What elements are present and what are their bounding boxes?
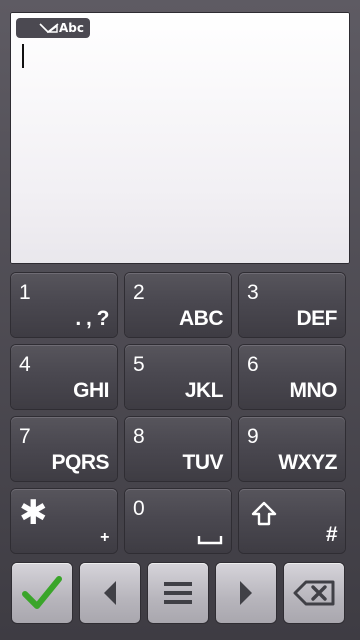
- key-4[interactable]: 4 GHI: [11, 345, 117, 409]
- menu-icon: [164, 582, 192, 604]
- key-0[interactable]: 0 ⎵: [125, 489, 231, 553]
- cursor-left-button[interactable]: [80, 563, 140, 623]
- text-cursor: [22, 44, 24, 68]
- key-6[interactable]: 6 MNO: [239, 345, 345, 409]
- keypad: 1 . , ? 2 ABC 3 DEF 4 GHI 5 JKL 6 MNO 7 …: [0, 270, 360, 560]
- key-number: 7: [19, 425, 31, 448]
- key-9[interactable]: 9 WXYZ: [239, 417, 345, 481]
- key-letters: PQRS: [51, 451, 109, 474]
- backspace-icon: [293, 580, 335, 606]
- key-number: 8: [133, 425, 145, 448]
- input-mode-indicator: Abc: [16, 18, 90, 38]
- checkmark-icon: [22, 576, 62, 609]
- plus-icon: +: [100, 529, 109, 546]
- key-1[interactable]: 1 . , ?: [11, 273, 117, 337]
- confirm-button[interactable]: [12, 563, 72, 623]
- menu-button[interactable]: [148, 563, 208, 623]
- arrow-left-icon: [104, 581, 116, 605]
- key-number: 2: [133, 281, 145, 304]
- space-icon: [197, 536, 223, 545]
- key-number: 4: [19, 353, 31, 376]
- key-letters: DEF: [296, 307, 338, 330]
- key-5[interactable]: 5 JKL: [125, 345, 231, 409]
- key-letters: WXYZ: [278, 451, 337, 474]
- cursor-right-button[interactable]: [216, 563, 276, 623]
- key-shift[interactable]: ⇧ #: [239, 489, 345, 553]
- predictive-text-icon: [39, 23, 59, 34]
- input-mode-label: Abc: [59, 21, 84, 35]
- key-number: 3: [247, 281, 259, 304]
- key-3[interactable]: 3 DEF: [239, 273, 345, 337]
- key-number: 0: [133, 497, 145, 520]
- shift-icon: [251, 501, 277, 526]
- text-input-area[interactable]: Abc: [10, 12, 350, 264]
- key-number: 9: [247, 425, 259, 448]
- key-letters: . , ?: [75, 307, 109, 330]
- key-star[interactable]: ✱ +: [11, 489, 117, 553]
- bottom-toolbar: [0, 560, 360, 640]
- key-7[interactable]: 7 PQRS: [11, 417, 117, 481]
- backspace-button[interactable]: [284, 563, 344, 623]
- key-8[interactable]: 8 TUV: [125, 417, 231, 481]
- arrow-right-icon: [240, 581, 252, 605]
- key-number: 6: [247, 353, 259, 376]
- key-number: 1: [19, 281, 31, 304]
- asterisk-icon: ✱: [19, 494, 48, 532]
- key-2[interactable]: 2 ABC: [125, 273, 231, 337]
- key-letters: TUV: [182, 451, 224, 474]
- key-letters: JKL: [184, 379, 224, 402]
- phone-screen: Abc 1 . , ? 2 ABC 3 DEF 4 GHI 5 JKL 6 MN…: [0, 0, 360, 640]
- key-letters: GHI: [73, 379, 109, 402]
- key-letters: ABC: [179, 307, 224, 330]
- hash-icon: #: [325, 523, 338, 546]
- key-number: 5: [133, 353, 145, 376]
- key-letters: MNO: [289, 379, 338, 402]
